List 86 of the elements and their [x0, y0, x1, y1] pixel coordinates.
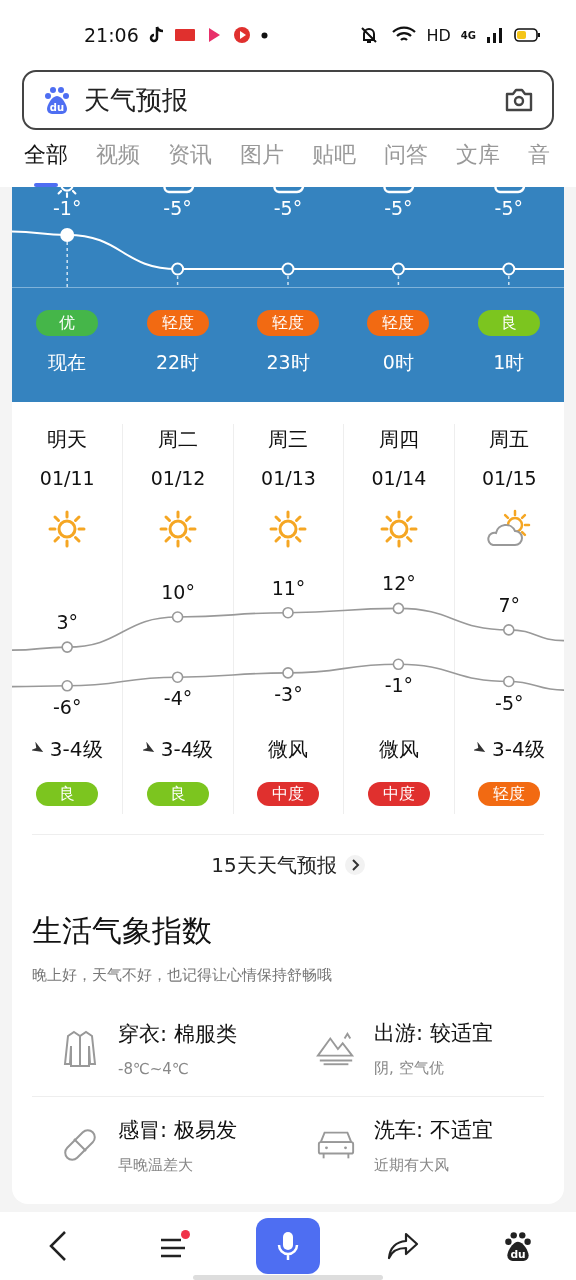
tab[interactable]: 音 — [528, 140, 550, 187]
hour-label: 1时 — [493, 350, 525, 375]
index-detail: 阴, 空气优 — [374, 1059, 445, 1078]
camera-icon[interactable] — [504, 87, 534, 113]
air-quality-badge: 轻度 — [367, 310, 430, 336]
high-temperature: 12° — [381, 572, 417, 595]
day-name: 明天 — [47, 426, 88, 453]
tab[interactable]: 问答 — [384, 140, 428, 187]
low-temperature: -5° — [494, 691, 525, 714]
air-quality-badge: 中度 — [367, 782, 430, 806]
music-note-icon — [148, 26, 165, 44]
wind-level: 微风 — [378, 735, 419, 763]
sun-icon — [158, 509, 199, 549]
air-quality-badge: 良 — [477, 310, 540, 336]
air-quality-badge: 轻度 — [146, 310, 209, 336]
voice-search-button[interactable] — [256, 1218, 320, 1274]
day-name: 周三 — [268, 426, 309, 453]
low-temperature: -4° — [162, 687, 194, 710]
hourly-temperature: -5° — [384, 197, 413, 219]
high-temperature: 10° — [160, 581, 196, 603]
chevron-right-icon — [344, 855, 365, 875]
section-subtitle: 晚上好，天气不好，也记得让心情保持舒畅哦 — [31, 965, 333, 986]
fifteen-day-forecast-link[interactable]: 15天天气预报 — [12, 835, 564, 895]
index-detail: -8℃~4℃ — [118, 1059, 190, 1078]
video-app-icon — [232, 26, 251, 44]
index-title: 感冒: 极易发 — [118, 1116, 237, 1144]
tab[interactable]: 文库 — [456, 140, 500, 187]
clock: 21:06 — [84, 24, 139, 46]
battery-icon — [514, 28, 540, 42]
hourly-temperature: -5° — [273, 197, 303, 219]
date-label: 01/11 — [39, 467, 95, 489]
date-label: 01/12 — [150, 467, 206, 489]
air-quality-badge: 轻度 — [257, 310, 319, 336]
section-title: 生活气象指数 — [31, 912, 213, 950]
tab[interactable]: 资讯 — [168, 140, 212, 187]
hourly-temperature: -5° — [494, 197, 523, 219]
date-label: 01/15 — [481, 467, 537, 489]
jacket-icon — [62, 1028, 98, 1069]
wind-level: 3-4级 — [160, 735, 214, 763]
hour-label: 23时 — [266, 350, 310, 375]
signal-icon — [486, 27, 504, 43]
day-name: 周二 — [158, 426, 199, 453]
date-label: 01/13 — [261, 467, 316, 489]
sun-icon — [268, 509, 309, 549]
hd-indicator: HD — [426, 25, 451, 45]
day-name: 周五 — [489, 426, 530, 453]
notification-dot — [180, 1230, 190, 1239]
high-temperature: 7° — [497, 593, 522, 616]
news-app-icon — [174, 29, 195, 41]
tab[interactable]: 图片 — [240, 140, 284, 187]
air-quality-badge: 轻度 — [478, 782, 541, 806]
index-title: 洗车: 不适宜 — [374, 1116, 493, 1144]
network-label: 4G — [460, 29, 476, 41]
hour-label: 现在 — [48, 350, 87, 375]
share-icon — [386, 1231, 421, 1261]
sun-icon — [47, 509, 88, 549]
hourly-temperature: -1° — [52, 197, 82, 219]
air-quality-badge: 良 — [147, 782, 210, 806]
hour-label: 22时 — [156, 350, 200, 375]
tab[interactable]: 贴吧 — [312, 140, 356, 187]
hourly-temperature: -5° — [163, 197, 192, 219]
air-quality-badge: 中度 — [257, 782, 320, 806]
index-detail: 近期有大风 — [374, 1155, 450, 1175]
date-label: 01/14 — [371, 467, 427, 489]
air-quality-badge: 良 — [36, 782, 99, 806]
high-temperature: 3° — [55, 611, 79, 634]
wind-level: 3-4级 — [491, 735, 545, 763]
day-name: 周四 — [378, 426, 419, 453]
low-temperature: -1° — [383, 674, 415, 697]
low-temperature: -6° — [51, 695, 83, 718]
tab[interactable]: 视频 — [96, 140, 140, 187]
hour-label: 0时 — [382, 350, 414, 375]
index-title: 出游: 较适宜 — [374, 1020, 493, 1047]
high-temperature: 11° — [270, 576, 307, 599]
index-detail: 早晚温差大 — [118, 1155, 194, 1175]
mountain-icon — [316, 1029, 356, 1068]
dot-icon — [260, 31, 268, 39]
low-temperature: -3° — [273, 682, 304, 705]
air-quality-badge: 优 — [36, 310, 99, 336]
wind-level: 3-4级 — [49, 735, 103, 763]
index-title: 穿衣: 棉服类 — [118, 1020, 237, 1048]
sun-icon — [378, 509, 419, 549]
microphone-icon — [276, 1230, 300, 1262]
wind-level: 微风 — [268, 735, 309, 763]
tab[interactable]: 全部 — [24, 140, 68, 187]
search-field[interactable]: du 天气预报 — [22, 70, 554, 130]
